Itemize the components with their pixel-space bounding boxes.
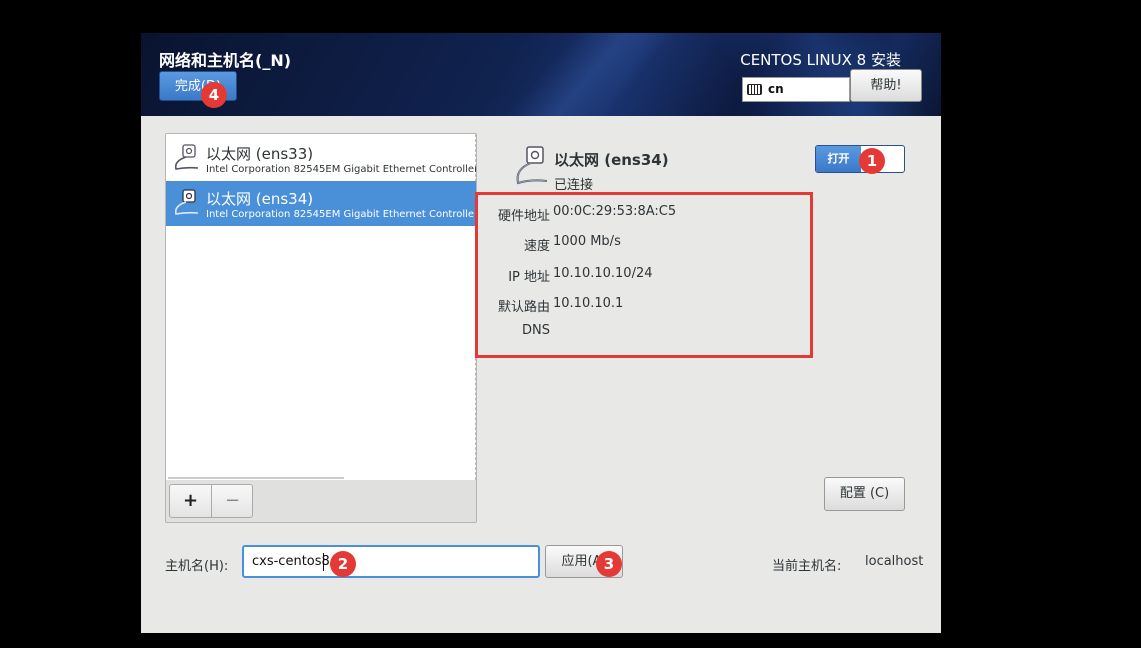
device-description: Intel Corporation 82545EM Gigabit Ethern… xyxy=(206,164,477,175)
current-hostname-label: 当前主机名: xyxy=(772,559,842,574)
add-device-button[interactable]: + xyxy=(170,485,212,517)
dns-label: DNS xyxy=(522,323,550,338)
device-item-ens33[interactable]: 以太网 (ens33) Intel Corporation 82545EM Gi… xyxy=(166,136,476,181)
connection-status: 已连接 xyxy=(554,178,594,193)
keyboard-layout-indicator[interactable]: cn xyxy=(742,77,850,102)
header-decoration xyxy=(501,33,681,116)
device-toolbar: + − xyxy=(169,484,253,518)
product-title: CENTOS LINUX 8 安装 xyxy=(740,51,901,69)
device-name: 以太网 (ens33) xyxy=(206,145,314,163)
horizontal-scrollbar[interactable] xyxy=(168,477,344,479)
hostname-label: 主机名(H): xyxy=(165,559,229,574)
toggle-on-label: 打开 xyxy=(816,146,861,172)
default-route-value: 10.10.10.1 xyxy=(553,296,624,311)
hostname-input[interactable]: cxs-centos8 xyxy=(242,545,540,578)
annotation-badge-3: 3 xyxy=(596,551,622,577)
keyboard-icon xyxy=(747,84,762,95)
device-list: 以太网 (ens33) Intel Corporation 82545EM Gi… xyxy=(166,134,476,480)
device-name: 以太网 (ens34) xyxy=(206,190,314,208)
speed-label: 速度 xyxy=(523,239,550,254)
ip-address-label: IP 地址 xyxy=(508,270,550,285)
speed-value: 1000 Mb/s xyxy=(553,234,621,249)
configure-button[interactable]: 配置 (C) xyxy=(824,477,905,511)
default-route-label: 默认路由 xyxy=(497,300,550,315)
page-title: 网络和主机名(_N) xyxy=(159,51,292,70)
help-button[interactable]: 帮助! xyxy=(850,69,922,102)
annotation-badge-1: 1 xyxy=(859,148,885,174)
remove-device-button[interactable]: − xyxy=(212,485,253,517)
device-item-ens34[interactable]: 以太网 (ens34) Intel Corporation 82545EM Gi… xyxy=(166,181,476,226)
current-hostname-value: localhost xyxy=(865,554,924,569)
hardware-address-value: 00:0C:29:53:8A:C5 xyxy=(553,204,677,219)
installer-window: 网络和主机名(_N) 完成(D) CENTOS LINUX 8 安装 cn 帮助… xyxy=(141,33,941,633)
annotation-badge-4: 4 xyxy=(201,82,227,108)
header-bar: 网络和主机名(_N) 完成(D) CENTOS LINUX 8 安装 cn 帮助… xyxy=(141,33,941,116)
detail-device-name: 以太网 (ens34) xyxy=(554,151,669,169)
device-description: Intel Corporation 82545EM Gigabit Ethern… xyxy=(206,209,477,220)
hostname-value: cxs-centos8 xyxy=(252,554,330,569)
device-list-panel: 以太网 (ens33) Intel Corporation 82545EM Gi… xyxy=(165,133,477,523)
keyboard-layout-label: cn xyxy=(768,82,784,96)
ethernet-icon xyxy=(174,144,199,170)
text-caret xyxy=(323,553,324,571)
hardware-address-label: 硬件地址 xyxy=(497,209,550,224)
ethernet-icon xyxy=(174,189,199,215)
annotation-badge-2: 2 xyxy=(330,551,356,577)
ip-address-value: 10.10.10.10/24 xyxy=(553,266,653,281)
ethernet-icon xyxy=(516,146,548,185)
